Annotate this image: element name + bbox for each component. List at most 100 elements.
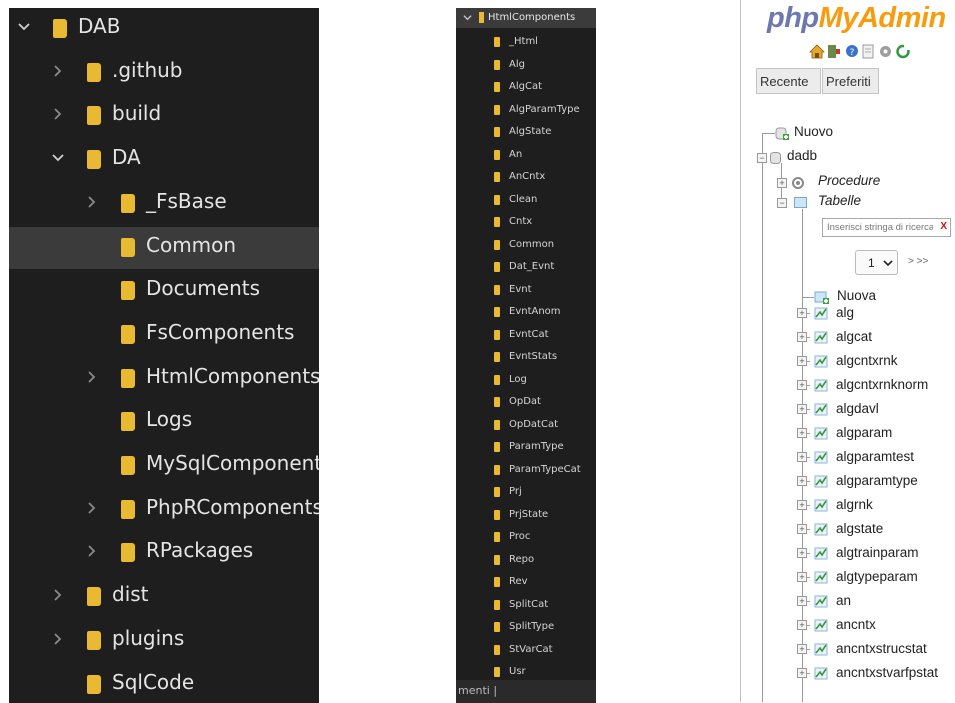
folder-row-logs[interactable]: Logs	[9, 401, 319, 443]
folder-row-dist[interactable]: dist	[9, 576, 319, 618]
expand-icon[interactable]: +	[797, 572, 807, 582]
chevron-down-icon[interactable]	[17, 20, 31, 34]
folder-row[interactable]: Alg	[456, 55, 596, 78]
folder-row-mysqlcomponents[interactable]: MySqlComponents	[9, 445, 319, 487]
folder-row[interactable]: Dat_Evnt	[456, 257, 596, 280]
expand-icon[interactable]: +	[797, 380, 807, 390]
expand-icon[interactable]: +	[797, 644, 807, 654]
settings-icon[interactable]	[878, 44, 893, 59]
database-dadb[interactable]: dadb	[787, 148, 817, 163]
folder-row-build[interactable]: build	[9, 95, 319, 137]
folder-row[interactable]: OpDat	[456, 392, 596, 415]
folder-row-documents[interactable]: Documents	[9, 270, 319, 312]
tables-node[interactable]: Tabelle	[818, 193, 861, 208]
folder-row[interactable]: Evnt	[456, 280, 596, 303]
expand-icon[interactable]: +	[797, 548, 807, 558]
folder-row[interactable]: Prj	[456, 482, 596, 505]
table-row[interactable]: +algparamtest	[741, 449, 955, 469]
expand-icon[interactable]: +	[797, 596, 807, 606]
expand-icon[interactable]: +	[797, 332, 807, 342]
folder-row[interactable]: StVarCat	[456, 640, 596, 663]
folder-row[interactable]: PrjState	[456, 505, 596, 528]
folder-row[interactable]: AlgParamType	[456, 100, 596, 123]
table-row[interactable]: +ancntxstvarfpstat	[741, 665, 955, 685]
table-row[interactable]: +algcntxrnknorm	[741, 377, 955, 397]
expand-icon[interactable]: +	[797, 524, 807, 534]
folder-row-htmlcomponents[interactable]: HtmlComponents	[9, 358, 319, 400]
next-pages-link[interactable]: > >>	[908, 256, 928, 267]
table-row[interactable]: +ancntx	[741, 617, 955, 637]
help-icon[interactable]: ?	[845, 44, 859, 58]
new-table-icon[interactable]	[814, 290, 829, 304]
expand-icon[interactable]: +	[797, 620, 807, 630]
folder-row[interactable]: _Html	[456, 32, 596, 55]
reload-icon[interactable]	[896, 44, 910, 59]
folder-row-github[interactable]: .github	[9, 52, 319, 94]
expand-icon[interactable]: +	[797, 668, 807, 678]
collapse-icon[interactable]: −	[757, 153, 767, 163]
folder-row-rpackages[interactable]: RPackages	[9, 532, 319, 574]
page-select[interactable]: 1	[855, 250, 898, 275]
favorites-button[interactable]: Preferiti	[822, 68, 879, 94]
table-row[interactable]: +algparam	[741, 425, 955, 445]
folder-row-da[interactable]: DA	[9, 139, 319, 181]
table-row[interactable]: +algtrainparam	[741, 545, 955, 565]
table-row[interactable]: +an	[741, 593, 955, 613]
table-row[interactable]: +algstate	[741, 521, 955, 541]
folder-row[interactable]: Rev	[456, 572, 596, 595]
folder-row[interactable]: ParamTypeCat	[456, 460, 596, 483]
folder-row-plugins[interactable]: plugins	[9, 620, 319, 662]
folder-row[interactable]: Clean	[456, 190, 596, 213]
chevron-right-icon[interactable]	[51, 107, 65, 121]
chevron-right-icon[interactable]	[51, 588, 65, 602]
procedures-node[interactable]: Procedure	[818, 173, 880, 188]
folder-row-phprcomponents[interactable]: PhpRComponents	[9, 489, 319, 531]
folder-row[interactable]: An	[456, 145, 596, 168]
folder-row[interactable]: SplitType	[456, 617, 596, 640]
folder-row[interactable]: OpDatCat	[456, 415, 596, 438]
phpmyadmin-logo[interactable]: phpMyAdmin	[767, 2, 946, 35]
home-icon[interactable]	[809, 44, 825, 59]
table-row[interactable]: +algdavl	[741, 401, 955, 421]
new-database-link[interactable]: Nuovo	[794, 124, 833, 139]
new-database-icon[interactable]	[775, 126, 789, 140]
folder-row[interactable]: EvntAnom	[456, 302, 596, 325]
folder-row-sqlcode[interactable]: SqlCode	[9, 664, 319, 703]
expand-icon[interactable]: +	[797, 404, 807, 414]
chevron-right-icon[interactable]	[85, 370, 99, 384]
folder-row[interactable]: Common	[456, 235, 596, 258]
expand-icon[interactable]: +	[797, 356, 807, 366]
table-row[interactable]: +algtypeparam	[741, 569, 955, 589]
table-row[interactable]: +algcat	[741, 329, 955, 349]
folder-row[interactable]: Proc	[456, 527, 596, 550]
recent-button[interactable]: Recente	[756, 68, 821, 94]
table-row[interactable]: +ancntxstrucstat	[741, 641, 955, 661]
explorer-folder-header[interactable]: HtmlComponents	[456, 8, 596, 28]
folder-row[interactable]: AlgCat	[456, 77, 596, 100]
table-row[interactable]: +alg	[741, 305, 955, 325]
folder-row[interactable]: ParamType	[456, 437, 596, 460]
folder-row[interactable]: AnCntx	[456, 167, 596, 190]
table-row[interactable]: +algrnk	[741, 497, 955, 517]
folder-row[interactable]: EvntStats	[456, 347, 596, 370]
folder-row[interactable]: EvntCat	[456, 325, 596, 348]
collapse-icon[interactable]: −	[777, 198, 787, 208]
folder-row-common[interactable]: Common	[9, 227, 319, 269]
expand-icon[interactable]: +	[797, 428, 807, 438]
folder-row[interactable]: SplitCat	[456, 595, 596, 618]
chevron-right-icon[interactable]	[85, 544, 99, 558]
expand-icon[interactable]: +	[797, 476, 807, 486]
expand-icon[interactable]: +	[777, 178, 787, 188]
chevron-down-icon[interactable]	[51, 151, 65, 165]
table-row[interactable]: +algparamtype	[741, 473, 955, 493]
table-filter-input[interactable]: Inserisci stringa di ricerca X	[822, 218, 951, 237]
new-table-link[interactable]: Nuova	[837, 288, 876, 303]
folder-row-dab[interactable]: DAB	[9, 8, 319, 50]
folder-row-fscomponents[interactable]: FsComponents	[9, 314, 319, 356]
chevron-right-icon[interactable]	[85, 195, 99, 209]
folder-row-fsbase[interactable]: _FsBase	[9, 183, 319, 225]
expand-icon[interactable]: +	[797, 308, 807, 318]
chevron-right-icon[interactable]	[51, 64, 65, 78]
chevron-right-icon[interactable]	[85, 501, 99, 515]
folder-row[interactable]: Cntx	[456, 212, 596, 235]
